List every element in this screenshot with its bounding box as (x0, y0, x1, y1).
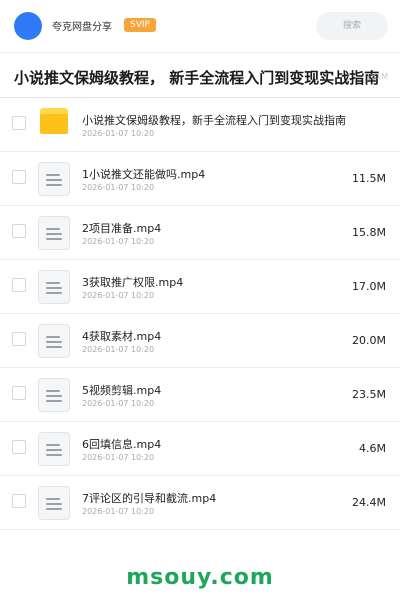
watermark-text: msouy.com (126, 565, 274, 590)
file-name: 1小说推文还能做吗.mp4 (82, 168, 206, 181)
file-date: 2026-01-07 10:20 (82, 183, 155, 192)
folder-icon (38, 108, 70, 142)
search-input[interactable]: 搜索 (316, 12, 388, 40)
file-date: 2026-01-07 10:20 (82, 345, 155, 354)
video-file-icon (38, 270, 70, 304)
file-size: 11.5M (352, 172, 386, 185)
file-size: 15.8M (352, 226, 386, 239)
checkbox[interactable] (12, 116, 26, 130)
file-name: 3获取推广权限.mp4 (82, 276, 184, 289)
avatar[interactable] (14, 12, 42, 40)
file-size: 24.4M (352, 496, 386, 509)
file-date: 2026-01-07 10:20 (82, 129, 155, 138)
video-file-icon (38, 432, 70, 466)
checkbox[interactable] (12, 278, 26, 292)
file-name: 5视频剪辑.mp4 (82, 384, 162, 397)
video-file-icon (38, 486, 70, 520)
file-name: 小说推文保姆级教程，新手全流程入门到变现实战指南 (82, 114, 346, 127)
checkbox[interactable] (12, 224, 26, 238)
checkbox[interactable] (12, 332, 26, 346)
video-file-icon (38, 162, 70, 196)
file-date: 2026-01-07 10:20 (82, 507, 155, 516)
file-date: 2026-01-07 10:20 (82, 453, 155, 462)
video-file-icon (38, 216, 70, 250)
checkbox[interactable] (12, 494, 26, 508)
checkbox[interactable] (12, 440, 26, 454)
list-item[interactable]: 2项目准备.mp4 2026-01-07 10:20 15.8M (0, 206, 400, 260)
checkbox[interactable] (12, 386, 26, 400)
file-name: 7评论区的引导和截流.mp4 (82, 492, 217, 505)
file-size: 23.5M (352, 388, 386, 401)
video-file-icon (38, 378, 70, 412)
video-file-icon (38, 324, 70, 358)
file-size: 20.0M (352, 334, 386, 347)
list-item[interactable]: 6回填信息.mp4 2026-01-07 10:20 4.6M (0, 422, 400, 476)
list-item[interactable]: 3获取推广权限.mp4 2026-01-07 10:20 17.0M (0, 260, 400, 314)
file-date: 2026-01-07 10:20 (82, 237, 155, 246)
list-item[interactable]: 1小说推文还能做吗.mp4 2026-01-07 10:20 11.5M (0, 152, 400, 206)
top-bar: 夸克网盘分享 SVIP 搜索 (0, 0, 400, 52)
file-list: 小说推文保姆级教程，新手全流程入门到变现实战指南 2026-01-07 10:2… (0, 98, 400, 530)
file-name: 2项目准备.mp4 (82, 222, 162, 235)
checkbox[interactable] (12, 170, 26, 184)
file-size: 4.6M (359, 442, 386, 455)
file-name: 4获取素材.mp4 (82, 330, 162, 343)
file-size: 17.0M (352, 280, 386, 293)
file-date: 2026-01-07 10:20 (82, 399, 155, 408)
list-item[interactable]: 7评论区的引导和截流.mp4 2026-01-07 10:20 24.4M (0, 476, 400, 530)
share-total-size: 181M (365, 72, 388, 81)
list-item[interactable]: 5视频剪辑.mp4 2026-01-07 10:20 23.5M (0, 368, 400, 422)
share-title-bar: 小说推文保姆级教程， 新手全流程入门到变现实战指南 181M (0, 52, 400, 98)
file-name: 6回填信息.mp4 (82, 438, 162, 451)
svip-badge: SVIP (124, 18, 156, 32)
file-date: 2026-01-07 10:20 (82, 291, 155, 300)
share-title: 小说推文保姆级教程， 新手全流程入门到变现实战指南 (14, 69, 380, 87)
list-item[interactable]: 4获取素材.mp4 2026-01-07 10:20 20.0M (0, 314, 400, 368)
app-name: 夸克网盘分享 (52, 22, 112, 33)
list-item-folder[interactable]: 小说推文保姆级教程，新手全流程入门到变现实战指南 2026-01-07 10:2… (0, 98, 400, 152)
